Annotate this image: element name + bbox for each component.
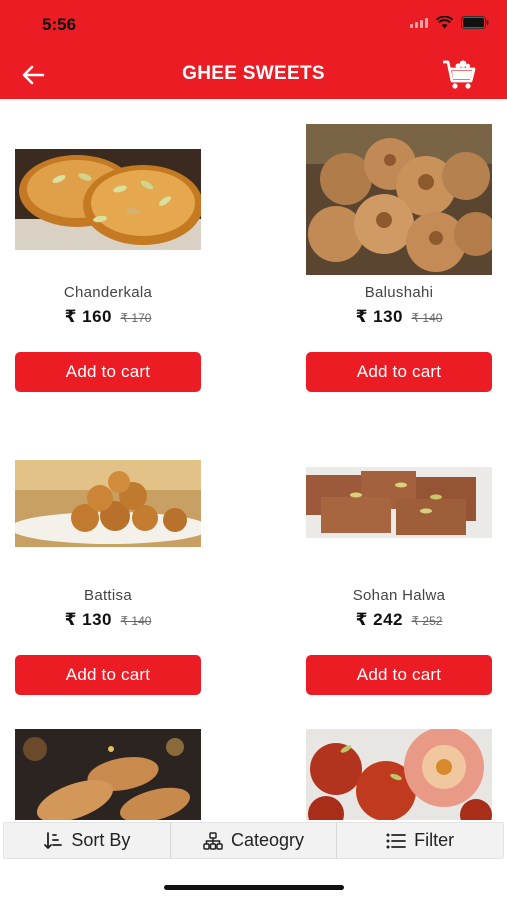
bottom-action-bar: Sort By Cateogry Filter	[3, 822, 504, 859]
product-grid: Chanderkala ₹ 160 ₹ 170 Add to cart Balu…	[0, 99, 507, 820]
product-image[interactable]	[306, 124, 492, 275]
sort-icon	[44, 831, 63, 849]
price-row: ₹ 130 ₹ 140	[306, 307, 492, 327]
battery-icon	[461, 16, 489, 29]
product-price: ₹ 242	[355, 610, 403, 629]
product-name: Chanderkala	[63, 284, 153, 301]
product-price: ₹ 130	[64, 610, 112, 629]
product-card[interactable]: Sohan Halwa ₹ 242 ₹ 252 Add to cart	[306, 402, 492, 702]
status-icons	[410, 16, 489, 29]
product-price: ₹ 160	[64, 307, 112, 326]
home-indicator	[164, 885, 344, 890]
cart-icon	[443, 60, 476, 89]
filter-list-icon	[386, 833, 407, 848]
product-image[interactable]	[306, 729, 492, 820]
page-title: GHEE SWEETS	[182, 63, 325, 84]
product-card[interactable]	[306, 729, 492, 820]
price-row: ₹ 242 ₹ 252	[306, 610, 492, 630]
status-time: 5:56	[42, 15, 77, 34]
product-image[interactable]	[15, 149, 201, 250]
sort-by-button[interactable]: Sort By	[4, 823, 171, 858]
product-name: Battisa	[84, 587, 132, 604]
category-button[interactable]: Cateogry	[171, 823, 338, 858]
product-name: Sohan Halwa	[352, 587, 446, 604]
price-row: ₹ 130 ₹ 140	[15, 610, 201, 630]
wifi-icon	[436, 16, 453, 29]
product-image[interactable]	[306, 467, 492, 538]
category-tree-icon	[203, 831, 223, 850]
cart-button[interactable]	[441, 57, 477, 91]
add-to-cart-button[interactable]: Add to cart	[306, 352, 492, 392]
product-price: ₹ 130	[355, 307, 403, 326]
price-row: ₹ 160 ₹ 170	[15, 307, 201, 327]
filter-label: Filter	[414, 830, 455, 850]
nav-bar: GHEE SWEETS	[0, 55, 507, 95]
product-card[interactable]	[15, 729, 201, 820]
product-mrp: ₹ 252	[411, 614, 443, 628]
product-image[interactable]	[15, 729, 201, 820]
product-card[interactable]: Chanderkala ₹ 160 ₹ 170 Add to cart	[15, 99, 201, 399]
category-label: Cateogry	[230, 830, 305, 850]
add-to-cart-button[interactable]: Add to cart	[306, 655, 492, 695]
add-to-cart-button[interactable]: Add to cart	[15, 655, 201, 695]
product-mrp: ₹ 140	[411, 311, 443, 325]
signal-icon	[410, 17, 428, 28]
product-mrp: ₹ 170	[120, 311, 152, 325]
product-image[interactable]	[15, 460, 201, 547]
product-mrp: ₹ 140	[120, 614, 152, 628]
app-header: 5:56 GHEE SWEETS	[0, 0, 507, 99]
product-card[interactable]: Battisa ₹ 130 ₹ 140 Add to cart	[15, 402, 201, 702]
add-to-cart-button[interactable]: Add to cart	[15, 352, 201, 392]
product-card[interactable]: Balushahi ₹ 130 ₹ 140 Add to cart	[306, 99, 492, 399]
sort-by-label: Sort By	[71, 830, 131, 850]
filter-button[interactable]: Filter	[337, 823, 503, 858]
product-name: Balushahi	[364, 284, 434, 301]
